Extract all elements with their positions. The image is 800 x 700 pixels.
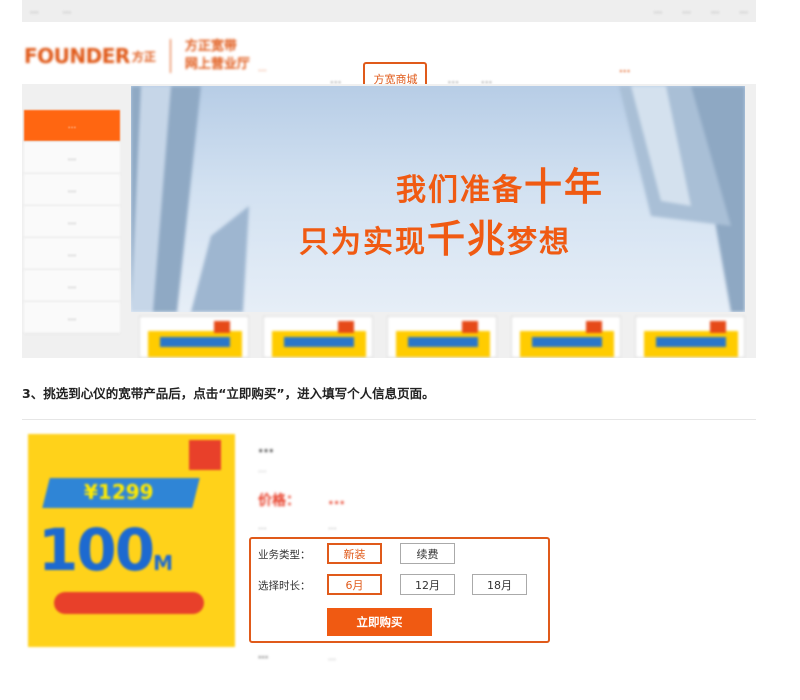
homepage-screenshot: ... ... ... ... ... ... FOUNDER 方正 方正宽带 … [22, 0, 756, 358]
price-value: ... [328, 490, 346, 508]
sidebar-item[interactable]: ... [24, 142, 120, 174]
hall-line2: 网上营业厅 [184, 57, 250, 72]
sidebar-item-all[interactable]: ... [24, 110, 120, 142]
product-thumbnail[interactable] [387, 316, 497, 358]
product-sticker [189, 440, 221, 470]
bandwidth-label: ... [258, 522, 267, 532]
hall-title: 方正宽带 网上营业厅 [185, 38, 250, 74]
product-thumbnail[interactable] [139, 316, 249, 358]
sidebar-item[interactable]: ... [24, 206, 120, 238]
bandwidth-value: ... [328, 522, 337, 532]
category-sidebar: ... ... ... ... ... ... ... [24, 110, 120, 334]
sidebar-item[interactable]: ... [24, 270, 120, 302]
hall-line1: 方正宽带 [184, 39, 237, 54]
sidebar-item[interactable]: ... [24, 174, 120, 206]
option-6-months[interactable]: 6月 [327, 574, 382, 595]
slogan1-big: 十年 [524, 165, 605, 209]
image-price: ¥1299 [84, 480, 154, 504]
duration-label: 选择时长： [258, 580, 311, 592]
logo-separator [169, 39, 171, 73]
product-thumbnail[interactable] [263, 316, 373, 358]
promo-banner[interactable]: 我们准备十年 只为实现千兆梦想 [131, 86, 745, 312]
city-selector[interactable]: ... [258, 64, 267, 74]
product-image: ¥1299 100M [28, 434, 235, 647]
image-feature-bar [54, 592, 204, 614]
product-thumbnails [131, 316, 745, 358]
option-12-months[interactable]: 12月 [400, 574, 455, 595]
main-band: ... ... ... ... ... ... ... 我们准备十年 只为实现千… [22, 84, 756, 358]
slogan2-post: 梦想 [507, 225, 572, 260]
description-label: ... [258, 651, 269, 661]
hotline-line1: ... [619, 64, 631, 75]
image-speed: 100M [38, 516, 173, 584]
product-title: ... [258, 440, 274, 456]
topbar-right-item[interactable]: ... [682, 6, 691, 16]
speed-number: 100 [38, 516, 155, 584]
slogan2-pre: 只为实现 [299, 225, 427, 260]
founder-logo[interactable]: FOUNDER 方正 方正宽带 网上营业厅 [24, 38, 250, 74]
slogan2-big: 千兆 [427, 217, 508, 261]
option-renew[interactable]: 续费 [400, 543, 455, 564]
banner-slogan-1: 我们准备十年 [396, 156, 604, 211]
buy-now-button[interactable]: 立即购买 [327, 608, 432, 636]
divider [22, 419, 756, 420]
sidebar-item[interactable]: ... [24, 302, 120, 334]
topbar-right-item[interactable]: ... [711, 6, 720, 16]
option-new-install[interactable]: 新装 [327, 543, 382, 564]
product-thumbnail[interactable] [635, 316, 745, 358]
product-subtitle: ... [258, 465, 267, 475]
step-instruction: 3、挑选到心仪的宽带产品后，点击“立即购买”，进入填写个人信息页面。 [22, 386, 435, 401]
speed-unit: M [153, 551, 173, 575]
slogan1-pre: 我们准备 [396, 173, 524, 208]
banner-slogan-2: 只为实现千兆梦想 [299, 208, 571, 263]
site-header: FOUNDER 方正 方正宽带 网上营业厅 ... ... 方宽商城 ... .… [22, 22, 756, 96]
business-type-label: 业务类型： [258, 549, 311, 561]
price-label: 价格： [258, 493, 300, 509]
top-bar: ... ... ... ... ... ... [22, 0, 756, 22]
product-thumbnail[interactable] [511, 316, 621, 358]
topbar-left-item[interactable]: ... [63, 6, 72, 16]
description-text: ... [328, 653, 337, 663]
logo-wordmark: FOUNDER [24, 44, 130, 68]
sidebar-item[interactable]: ... [24, 238, 120, 270]
logo-cn: 方正 [131, 49, 156, 64]
topbar-left-item[interactable]: ... [30, 6, 39, 16]
topbar-right-item[interactable]: ... [739, 6, 748, 16]
option-18-months[interactable]: 18月 [472, 574, 527, 595]
topbar-right-item[interactable]: ... [654, 6, 663, 16]
